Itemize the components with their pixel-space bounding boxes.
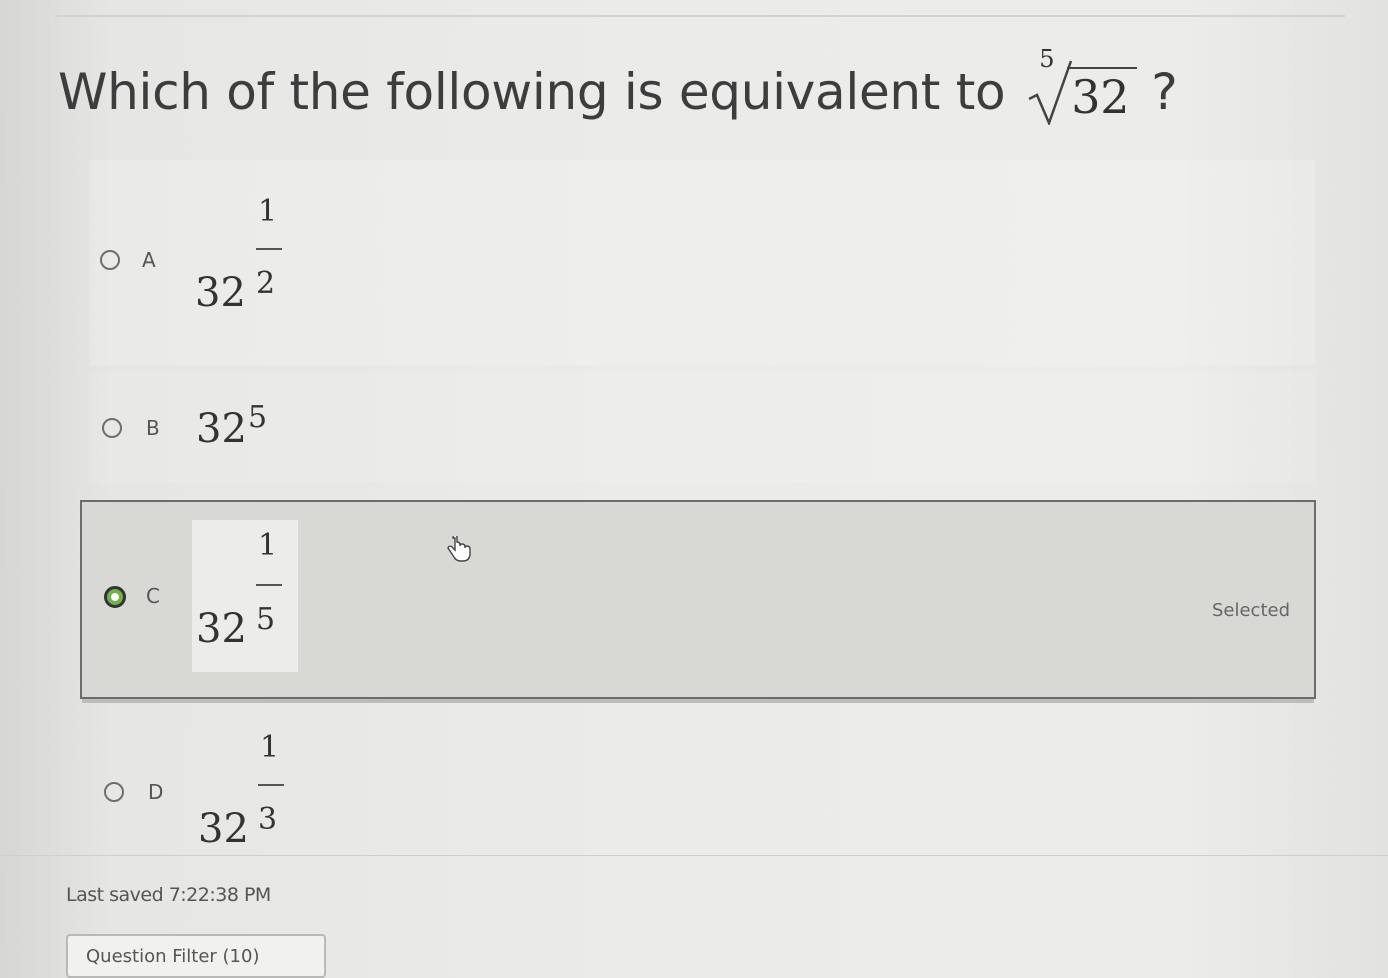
radio-button-a[interactable] <box>100 250 120 270</box>
math-expression-a: 1 2 32 <box>190 188 300 348</box>
last-saved-text: Last saved 7:22:38 PM <box>66 884 271 906</box>
answer-option-a[interactable]: A 1 2 32 <box>90 160 1315 365</box>
answer-option-b[interactable]: B 32 5 <box>90 372 1315 482</box>
math-expression-c: 1 5 32 <box>192 520 298 672</box>
radio-button-b[interactable] <box>102 418 122 438</box>
radio-button-d[interactable] <box>104 782 124 802</box>
math-expression-b: 32 5 <box>194 392 294 462</box>
question-mark: ? <box>1151 63 1178 121</box>
base-c: 32 <box>196 606 247 652</box>
option-letter-b: B <box>146 416 160 440</box>
base-d: 32 <box>198 806 249 852</box>
radio-button-c[interactable] <box>104 586 126 608</box>
question-filter-button[interactable]: Question Filter (10) <box>66 934 326 978</box>
exponent-denominator-c: 5 <box>256 602 276 637</box>
answer-option-d[interactable]: D 1 3 32 <box>90 710 1315 860</box>
radical-index: 5 <box>1039 45 1055 73</box>
fraction-bar-d <box>258 784 284 786</box>
question-prompt: Which of the following is equivalent to <box>58 63 1006 121</box>
base-a: 32 <box>195 270 246 316</box>
footer-divider <box>0 855 1388 856</box>
answer-option-c[interactable]: C 1 5 32 Selected <box>80 500 1316 699</box>
option-letter-a: A <box>142 248 156 272</box>
exponent-denominator-d: 3 <box>258 802 278 837</box>
exponent-denominator-a: 2 <box>256 266 276 301</box>
option-letter-d: D <box>148 780 164 804</box>
pointer-hand-icon <box>447 536 471 562</box>
exponent-numerator-d: 1 <box>260 730 280 765</box>
fraction-bar-a <box>256 248 282 250</box>
exponent-b: 5 <box>248 400 268 435</box>
math-expression-d: 1 3 32 <box>194 726 304 866</box>
base-b: 32 <box>196 406 247 452</box>
exponent-numerator-c: 1 <box>258 528 278 563</box>
fraction-bar-c <box>256 584 282 586</box>
fifth-root-expression: 5 32 <box>1027 45 1138 125</box>
exponent-numerator-a: 1 <box>258 194 278 229</box>
radicand: 32 <box>1067 67 1138 125</box>
option-letter-c: C <box>146 584 160 608</box>
top-divider <box>55 15 1345 17</box>
question-filter-label: Question Filter (10) <box>86 946 260 967</box>
selected-status-label: Selected <box>1211 600 1290 621</box>
question-text: Which of the following is equivalent to … <box>58 45 1178 132</box>
